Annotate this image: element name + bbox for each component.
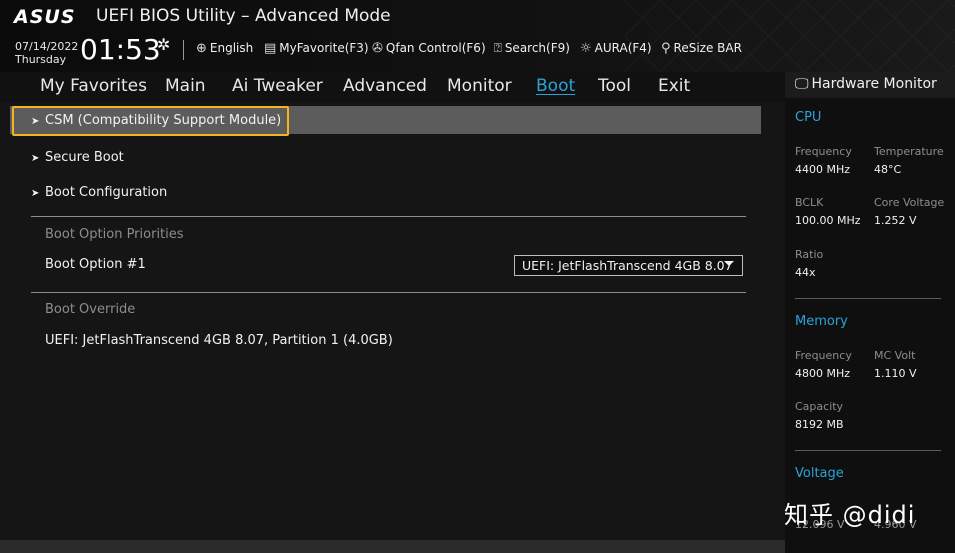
bottom-bar xyxy=(0,540,785,553)
cpu-frequency-label: Frequency xyxy=(795,145,852,158)
app-title: UEFI BIOS Utility – Advanced Mode xyxy=(96,6,391,26)
boot-panel: ➤ CSM (Compatibility Support Module) ➤ Sec… xyxy=(0,102,785,540)
memory-frequency-value: 4800 MHz xyxy=(795,367,851,380)
date-text: 07/14/2022 xyxy=(15,40,79,53)
fan-icon: ✇ xyxy=(372,41,383,56)
hardware-monitor-header: 🖵 Hardware Monitor xyxy=(785,72,955,98)
divider xyxy=(795,298,941,299)
boot-configuration-label: Boot Configuration xyxy=(45,185,168,200)
globe-icon: ⊕ xyxy=(196,41,207,56)
memory-frequency-label: Frequency xyxy=(795,349,852,362)
boot-option-1-select[interactable]: UEFI: JetFlashTranscend 4GB 8.07 xyxy=(514,255,743,276)
boot-option-1-value: UEFI: JetFlashTranscend 4GB 8.07 xyxy=(522,258,733,273)
myfavorite-button[interactable]: ▤ MyFavorite(F3) xyxy=(264,41,369,56)
clock: 01:53 xyxy=(80,33,161,66)
date-display: 07/14/2022 Thursday xyxy=(15,40,78,66)
chevron-down-icon xyxy=(724,261,734,266)
boot-configuration-entry[interactable]: ➤ Boot Configuration xyxy=(31,185,167,200)
tab-advanced[interactable]: Advanced xyxy=(343,76,427,96)
myfavorite-icon: ▤ xyxy=(264,41,277,56)
chevron-right-icon: ➤ xyxy=(31,116,40,127)
divider xyxy=(795,450,941,451)
watermark: 知乎 @didi xyxy=(784,501,916,529)
chevron-right-icon: ➤ xyxy=(31,188,40,199)
language-label: English xyxy=(209,41,254,55)
resize-bar-icon: ⚲ xyxy=(661,41,671,56)
boot-override-item[interactable]: UEFI: JetFlashTranscend 4GB 8.07, Partit… xyxy=(45,333,393,348)
capacity-label: Capacity xyxy=(795,400,844,413)
mc-volt-label: MC Volt xyxy=(874,349,916,362)
aura-button[interactable]: ☼ AURA(F4) xyxy=(580,41,652,56)
tab-tool[interactable]: Tool xyxy=(598,76,631,96)
gear-icon[interactable]: ✲ xyxy=(157,35,170,54)
hardware-monitor-panel: 🖵 Hardware Monitor CPU Frequency Temperat… xyxy=(785,72,955,553)
core-voltage-label: Core Voltage xyxy=(874,196,945,209)
day-text: Thursday xyxy=(15,53,67,66)
resize-bar-button[interactable]: ⚲ ReSize BAR xyxy=(661,41,742,56)
core-voltage-value: 1.252 V xyxy=(874,214,917,227)
csm-entry[interactable]: ➤ CSM (Compatibility Support Module) xyxy=(31,113,281,128)
chevron-right-icon: ➤ xyxy=(31,153,40,164)
aura-label: AURA(F4) xyxy=(594,41,652,55)
search-label: Search(F9) xyxy=(504,41,570,55)
search-button[interactable]: ⍰ Search(F9) xyxy=(494,41,570,56)
boot-override-header: Boot Override xyxy=(45,302,136,317)
bclk-value: 100.00 MHz xyxy=(795,214,861,227)
secure-boot-label: Secure Boot xyxy=(45,150,124,165)
memory-header: Memory xyxy=(795,314,848,329)
resize-bar-label: ReSize BAR xyxy=(673,41,742,55)
top-bar: ASUS UEFI BIOS Utility – Advanced Mode 0… xyxy=(0,0,955,72)
hardware-monitor-title: 🖵 Hardware Monitor xyxy=(795,76,937,92)
cpu-frequency-value: 4400 MHz xyxy=(795,163,851,176)
hardware-monitor-title-text: Hardware Monitor xyxy=(811,76,937,92)
ratio-value: 44x xyxy=(795,266,816,279)
cpu-header: CPU xyxy=(795,110,822,125)
tab-my-favorites[interactable]: My Favorites xyxy=(40,76,147,96)
tab-exit[interactable]: Exit xyxy=(658,76,690,96)
capacity-value: 8192 MB xyxy=(795,418,844,431)
tab-main[interactable]: Main xyxy=(165,76,206,96)
monitor-icon: 🖵 xyxy=(795,76,809,92)
bclk-label: BCLK xyxy=(795,196,824,209)
search-icon: ⍰ xyxy=(494,41,502,56)
qfan-button[interactable]: ✇ Qfan Control(F6) xyxy=(372,41,486,56)
aura-icon: ☼ xyxy=(580,41,592,56)
tab-ai-tweaker[interactable]: Ai Tweaker xyxy=(232,76,323,96)
asus-logo: ASUS xyxy=(14,6,76,28)
cpu-temperature-value: 48°C xyxy=(874,163,902,176)
tab-boot[interactable]: Boot xyxy=(536,76,575,96)
main-menu: My Favorites Main Ai Tweaker Advanced Mo… xyxy=(0,72,785,102)
divider xyxy=(183,40,184,60)
voltage-header: Voltage xyxy=(795,466,844,481)
boot-option-1-label: Boot Option #1 xyxy=(45,257,146,272)
secure-boot-entry[interactable]: ➤ Secure Boot xyxy=(31,150,124,165)
ratio-label: Ratio xyxy=(795,248,824,261)
cpu-temperature-label: Temperature xyxy=(874,145,944,158)
csm-label: CSM (Compatibility Support Module) xyxy=(45,113,282,128)
myfavorite-label: MyFavorite(F3) xyxy=(279,41,369,55)
divider xyxy=(31,292,746,293)
divider xyxy=(31,216,746,217)
boot-option-priorities-header: Boot Option Priorities xyxy=(45,227,184,242)
mc-volt-value: 1.110 V xyxy=(874,367,917,380)
tab-monitor[interactable]: Monitor xyxy=(447,76,512,96)
qfan-label: Qfan Control(F6) xyxy=(385,41,486,55)
language-button[interactable]: ⊕ English xyxy=(196,41,253,56)
